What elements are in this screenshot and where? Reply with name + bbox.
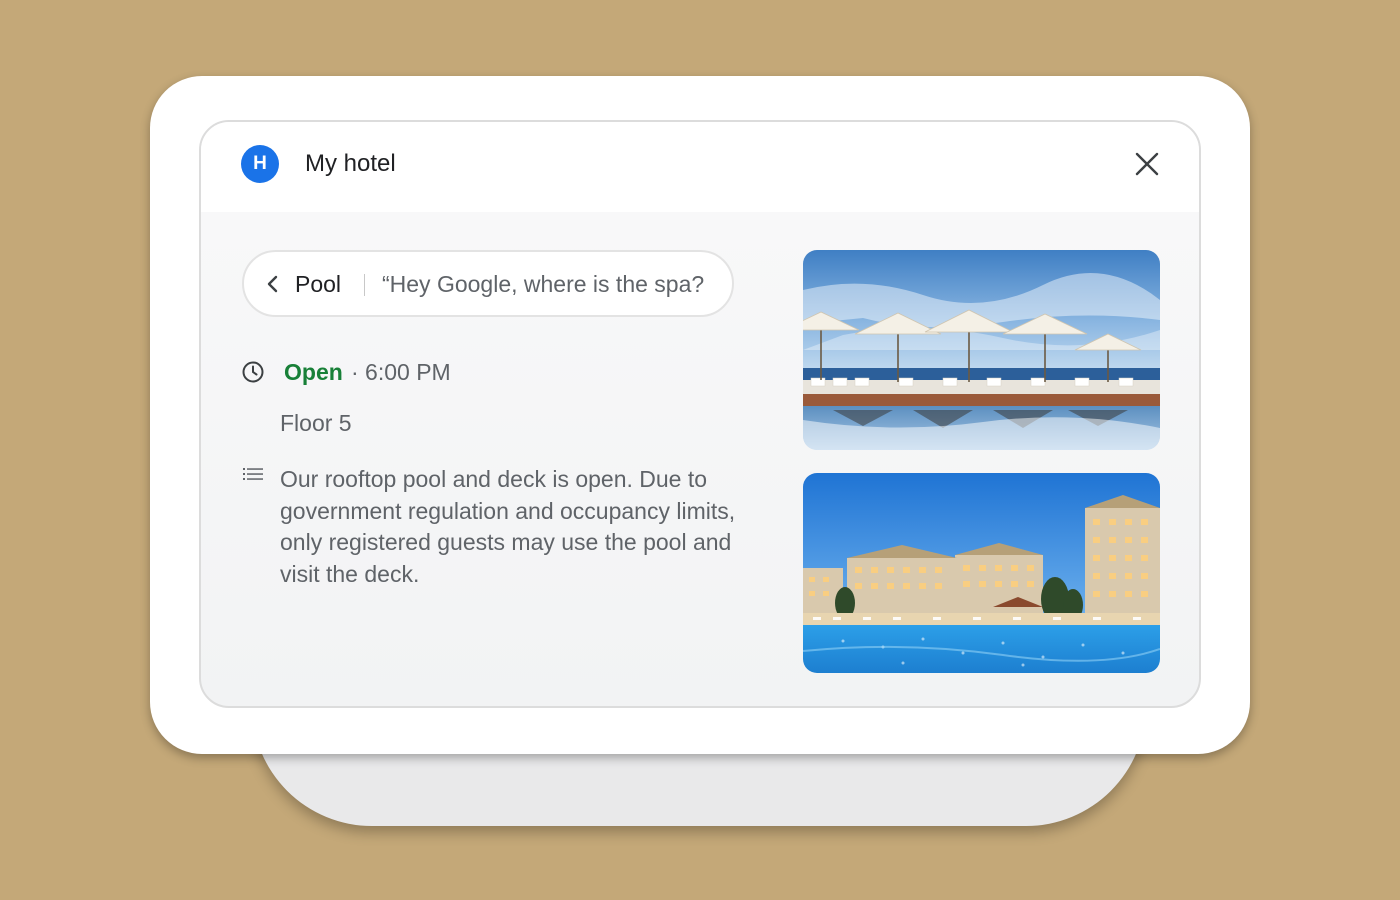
pool-description: Our rooftop pool and deck is open. Due t…	[280, 466, 736, 587]
chip-label: Pool	[295, 271, 342, 297]
chip-divider	[364, 274, 365, 296]
avatar: H	[241, 145, 279, 183]
close-button[interactable]	[1131, 148, 1163, 180]
resort-pool-photo[interactable]	[803, 473, 1160, 673]
floor-location: Floor 5	[280, 410, 352, 436]
clock-icon	[242, 361, 264, 383]
app-header: H My hotel	[201, 122, 1199, 212]
voice-query-text: “Hey Google, where is the spa?	[382, 271, 705, 297]
notes-icon	[243, 468, 263, 480]
pool-deck-photo[interactable]	[803, 250, 1160, 450]
device-screen: H My hotel Pool “Hey Google, where is th…	[199, 120, 1201, 708]
query-chip[interactable]: Pool “Hey Google, where is the spa?	[242, 250, 734, 317]
close-icon	[1135, 152, 1159, 176]
page-title: My hotel	[305, 150, 396, 177]
pool-deck-image	[803, 250, 1160, 450]
closing-time: · 6:00 PM	[351, 359, 451, 385]
back-button[interactable]	[258, 269, 288, 299]
open-status: Open	[284, 359, 343, 385]
chevron-left-icon	[267, 275, 278, 293]
resort-pool-image	[803, 473, 1160, 673]
